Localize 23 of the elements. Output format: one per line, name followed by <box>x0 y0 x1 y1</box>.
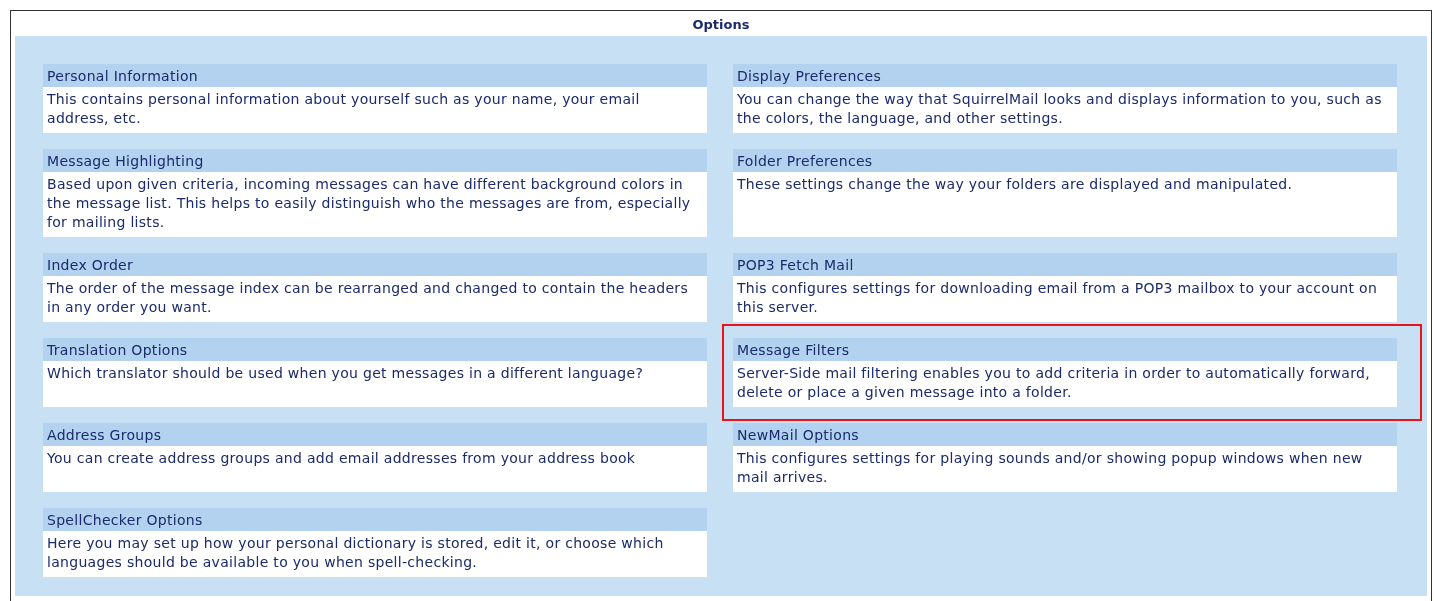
option-link[interactable]: Index Order <box>43 253 707 276</box>
option-link[interactable]: Address Groups <box>43 423 707 446</box>
option-link[interactable]: Folder Preferences <box>733 149 1397 172</box>
option-link[interactable]: Personal Information <box>43 64 707 87</box>
option-description: You can change the way that SquirrelMail looks and displays information to you, such as the colors, the language, and other settings. <box>733 87 1397 133</box>
option-link[interactable]: SpellChecker Options <box>43 508 707 531</box>
option-link[interactable]: POP3 Fetch Mail <box>733 253 1397 276</box>
option-link[interactable]: Display Preferences <box>733 64 1397 87</box>
option-link[interactable]: Message Filters <box>733 338 1397 361</box>
option-link[interactable]: NewMail Options <box>733 423 1397 446</box>
option-description: This contains personal information about yourself such as your name, your email address, etc. <box>43 87 707 133</box>
option-description: Server-Side mail filtering enables you to add criteria in order to automatically forward, delete or place a given message into a folder. <box>733 361 1397 407</box>
option-link[interactable]: Message Highlighting <box>43 149 707 172</box>
option-description: These settings change the way your folders are displayed and manipulated. <box>733 172 1397 237</box>
option-link[interactable]: Translation Options <box>43 338 707 361</box>
option-description: The order of the message index can be rearranged and changed to contain the headers in any order you want. <box>43 276 707 322</box>
window-title: Options <box>691 16 751 34</box>
option-description: Here you may set up how your personal dictionary is stored, edit it, or choose which languages should be available to you when spell-checking. <box>43 531 707 577</box>
option-description: This configures settings for downloading email from a POP3 mailbox to your account on this server. <box>733 276 1397 322</box>
option-description: Based upon given criteria, incoming messages can have different background colors in the message list. This helps to easily distinguish who the messages are from, especially for mailing lists. <box>43 172 707 237</box>
option-description: This configures settings for playing sounds and/or showing popup windows when new mail arrives. <box>733 446 1397 492</box>
option-description: You can create address groups and add email addresses from your address book <box>43 446 707 492</box>
option-description: Which translator should be used when you get messages in a different language? <box>43 361 707 407</box>
